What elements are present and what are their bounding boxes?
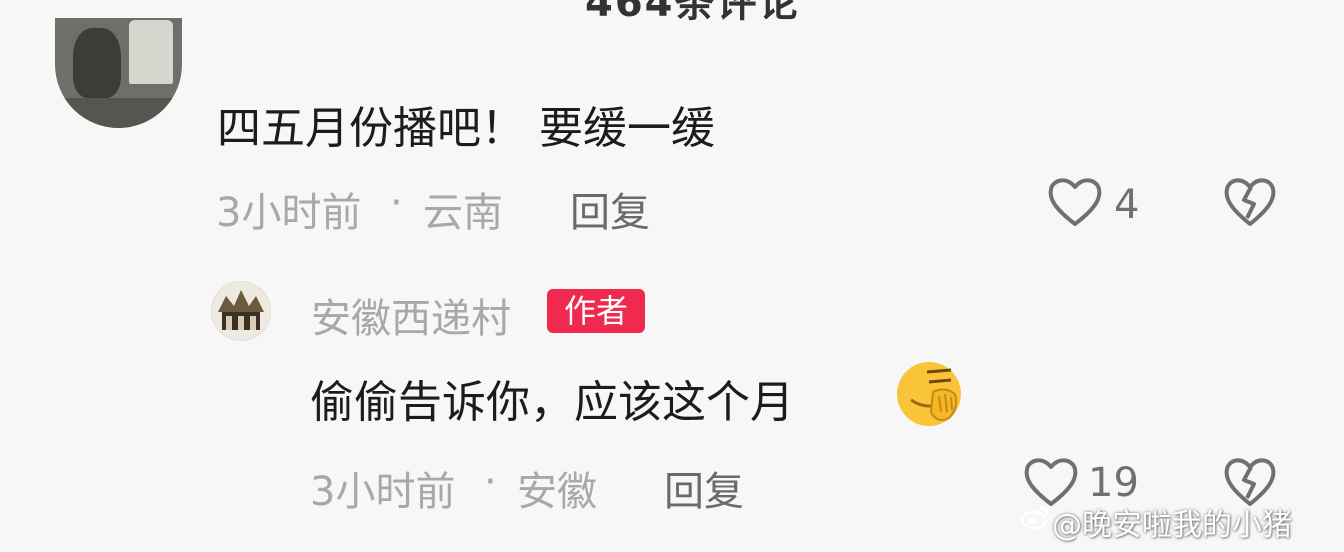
meta-dot: ·: [390, 180, 403, 226]
comment-text: 四五月份播吧！ 要缓一缓: [217, 103, 715, 154]
dislike-heart-icon[interactable]: [1222, 174, 1278, 228]
reply-comment-text: 偷偷告诉你，应该这个月: [310, 377, 794, 428]
reply-to-reply-button[interactable]: 回复: [664, 459, 744, 517]
author-badge: 作者: [547, 289, 645, 333]
reply-button[interactable]: 回复: [570, 180, 650, 238]
author-avatar[interactable]: [211, 281, 271, 341]
author-username[interactable]: 安徽西递村: [311, 286, 511, 344]
weibo-logo-icon: [1020, 506, 1049, 530]
like-count: 4: [1114, 182, 1140, 228]
heart-icon[interactable]: [1046, 174, 1104, 228]
avatar[interactable]: [55, 18, 182, 128]
reply-meta-dot: ·: [484, 459, 497, 505]
facepalm-emoji-icon: [897, 362, 961, 426]
reply-location: 安徽: [517, 469, 597, 515]
comment-location: 云南: [423, 190, 503, 236]
watermark: @晚安啦我的小猪: [1052, 508, 1292, 543]
reply-time: 3小时前: [310, 469, 456, 515]
comment-count-header: 464条评论: [585, 0, 801, 26]
comment-time: 3小时前: [216, 190, 362, 236]
